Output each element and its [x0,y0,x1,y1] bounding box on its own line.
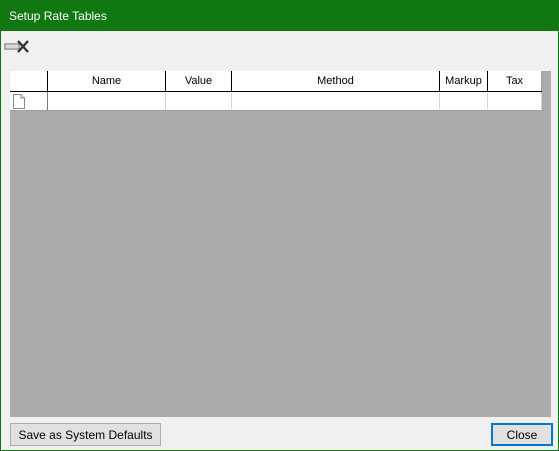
cell-markup[interactable] [440,92,488,110]
column-header-value[interactable]: Value [166,71,232,91]
toolbar [1,31,558,69]
cell-name[interactable] [48,92,166,110]
cell-tax[interactable] [488,92,542,110]
save-as-system-defaults-button[interactable]: Save as System Defaults [10,423,161,446]
new-row-document-icon [13,93,25,109]
table-row[interactable] [10,92,542,111]
grid-header: Name Value Method Markup Tax [10,71,542,92]
column-header-tax[interactable]: Tax [488,71,542,91]
cell-value[interactable] [166,92,232,110]
column-header-name[interactable]: Name [48,71,166,91]
row-selector[interactable] [10,92,48,110]
close-button[interactable]: Close [491,423,553,446]
row-header-corner [10,71,48,91]
rate-tables-grid[interactable]: Name Value Method Markup Tax [10,71,551,417]
setup-rate-tables-window: Setup Rate Tables Name Value Method Mark… [0,0,559,451]
column-header-markup[interactable]: Markup [440,71,488,91]
column-header-method[interactable]: Method [232,71,440,91]
cell-method[interactable] [232,92,440,110]
remove-row-icon [4,40,29,53]
remove-row-button[interactable] [4,39,30,55]
title-bar: Setup Rate Tables [1,1,558,31]
window-title: Setup Rate Tables [9,9,107,23]
